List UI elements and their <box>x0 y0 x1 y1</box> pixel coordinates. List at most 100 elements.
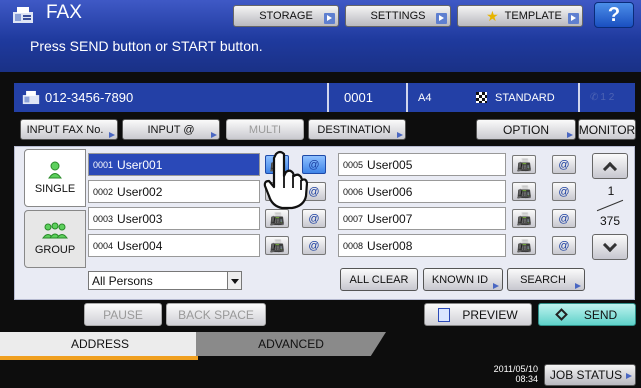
multi-button[interactable]: MULTI <box>226 119 304 140</box>
instruction-message: Press SEND button or START button. <box>30 38 263 54</box>
star-icon: ★ <box>486 7 499 24</box>
fax-select-button[interactable]: 📠 <box>512 236 536 255</box>
dropdown-arrow-icon[interactable] <box>227 272 241 289</box>
fax-select-button[interactable]: 📠 <box>265 209 289 228</box>
arrow-right-icon <box>211 132 217 138</box>
filter-selected: All Persons <box>92 273 153 288</box>
destination-button[interactable]: DESTINATION <box>308 119 406 140</box>
monitor-button[interactable]: MONITOR <box>578 119 636 140</box>
arrow-right-icon <box>397 132 403 138</box>
tab-group-label: GROUP <box>34 244 76 256</box>
fax-icon: 📠 <box>269 211 285 226</box>
fax-select-button[interactable]: 📠 <box>512 209 536 228</box>
line-status: ✆ 1 2 <box>590 83 634 112</box>
at-icon: @ <box>308 212 320 225</box>
chevron-down-icon <box>602 237 618 252</box>
known-id-label: KNOWN ID <box>431 273 489 286</box>
fax-icon: 📠 <box>516 157 532 172</box>
fax-icon <box>13 7 33 23</box>
fax-select-button[interactable]: 📠 <box>512 182 536 201</box>
at-icon: @ <box>558 212 570 225</box>
entry-number: 0001 <box>93 159 114 170</box>
arrow-right-icon <box>626 373 632 379</box>
at-icon: @ <box>558 185 570 198</box>
address-entry[interactable]: 0004 User004 <box>88 234 260 257</box>
email-select-button[interactable]: @ <box>302 236 326 255</box>
paper-size: A4 <box>418 91 432 104</box>
fax-select-button[interactable]: 📠 <box>512 155 536 174</box>
address-entry[interactable]: 0003 User003 <box>88 207 260 230</box>
all-clear-button[interactable]: ALL CLEAR <box>340 268 418 291</box>
fax-icon: 📠 <box>516 238 532 253</box>
help-button[interactable]: ? <box>594 2 634 28</box>
fax-icon: 📠 <box>516 211 532 226</box>
known-id-button[interactable]: KNOWN ID <box>423 268 503 291</box>
filter-select[interactable]: All Persons <box>88 271 242 290</box>
resolution-label: STANDARD <box>495 91 555 104</box>
email-select-button[interactable]: @ <box>552 182 576 201</box>
address-entry[interactable]: 0008 User008 <box>338 234 506 257</box>
at-icon: @ <box>308 158 320 171</box>
total-pages: 375 <box>599 214 621 228</box>
settings-label: SETTINGS <box>370 10 426 22</box>
email-select-button[interactable]: @ <box>302 209 326 228</box>
tab-group[interactable]: GROUP <box>24 210 86 268</box>
fax-select-button[interactable]: 📠 <box>265 236 289 255</box>
arrow-right-icon <box>568 13 579 24</box>
preview-button[interactable]: PREVIEW <box>424 303 532 326</box>
address-entry[interactable]: 0006 User006 <box>338 180 506 203</box>
entry-number: 0007 <box>343 213 364 224</box>
address-entry[interactable]: 0007 User007 <box>338 207 506 230</box>
page-up-button[interactable] <box>592 153 628 179</box>
template-button[interactable]: ★ TEMPLATE <box>457 5 583 27</box>
date-time: 2011/05/10 08:34 <box>460 364 538 384</box>
address-entry[interactable]: 0002 User002 <box>88 180 260 203</box>
fax-number-display: 012-3456-7890 <box>22 83 322 112</box>
entry-name: User004 <box>117 238 163 253</box>
email-select-button[interactable]: @ <box>552 236 576 255</box>
divider <box>406 83 408 112</box>
fax-icon <box>22 90 40 105</box>
pause-button[interactable]: PAUSE <box>84 303 162 326</box>
email-select-button[interactable]: @ <box>552 155 576 174</box>
entry-name: User007 <box>367 211 413 226</box>
job-status-button[interactable]: JOB STATUS <box>544 364 636 386</box>
time: 08:34 <box>515 374 538 384</box>
entry-name: User003 <box>117 211 163 226</box>
input-fax-number-button[interactable]: INPUT FAX No. <box>20 119 118 140</box>
group-users-icon <box>42 222 68 239</box>
at-icon: @ <box>308 239 320 252</box>
line-numbers: 1 2 <box>600 92 615 103</box>
entry-number: 0008 <box>343 240 364 251</box>
entry-number: 0003 <box>93 213 114 224</box>
tab-single-label: SINGLE <box>34 183 76 195</box>
current-page: 1 <box>607 184 615 198</box>
page-down-button[interactable] <box>592 234 628 260</box>
option-button[interactable]: OPTION <box>476 119 576 140</box>
address-entry[interactable]: 0001 User001 <box>88 153 260 176</box>
search-button[interactable]: SEARCH <box>507 268 585 291</box>
phone-icon: ✆ <box>590 92 599 103</box>
input-email-button[interactable]: INPUT @ <box>122 119 220 140</box>
email-select-button[interactable]: @ <box>552 209 576 228</box>
arrow-right-icon <box>493 283 499 289</box>
storage-button[interactable]: STORAGE <box>233 5 339 27</box>
tab-single[interactable]: SINGLE <box>24 149 86 207</box>
tab-advanced[interactable]: ADVANCED <box>196 332 386 356</box>
page-title: FAX <box>46 2 82 23</box>
entry-number: 0005 <box>343 159 364 170</box>
backspace-button[interactable]: BACK SPACE <box>166 303 266 326</box>
fax-icon: 📠 <box>516 184 532 199</box>
at-icon: @ <box>308 185 320 198</box>
arrow-right-icon <box>567 132 573 138</box>
send-button[interactable]: SEND <box>538 303 636 326</box>
count-display: 0001 <box>344 90 373 105</box>
address-entry[interactable]: 0005 User005 <box>338 153 506 176</box>
start-diamond-icon <box>554 308 568 321</box>
send-label: SEND <box>583 307 618 322</box>
settings-button[interactable]: SETTINGS <box>345 5 451 27</box>
tab-address[interactable]: ADDRESS <box>0 332 200 356</box>
entry-name: User006 <box>367 184 413 199</box>
arrow-right-icon <box>324 13 335 24</box>
fax-number: 012-3456-7890 <box>45 90 134 105</box>
